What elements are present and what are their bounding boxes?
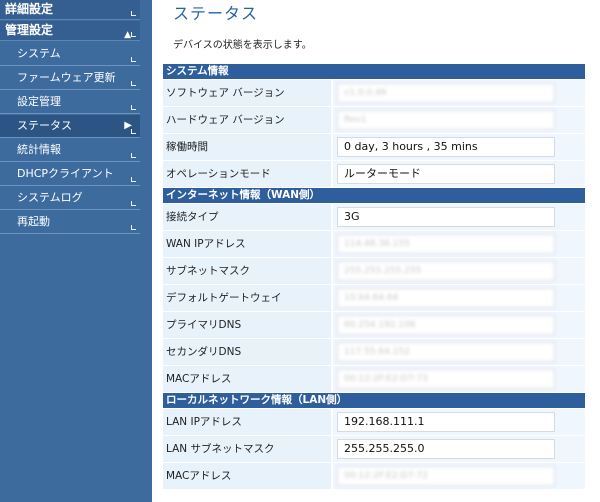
table-row: MACアドレス 00:12:2F:E2:D7:72 [163, 463, 585, 489]
table-row: サブネットマスク 255.255.255.255 [163, 258, 585, 284]
corner-icon [131, 32, 136, 37]
uptime-field: 0 day, 3 hours , 35 mins [337, 137, 555, 157]
sidebar-item-statistics[interactable]: 統計情報 [0, 139, 140, 162]
wan-mac-field: 00:12:2F:E2:D7:73 [337, 369, 555, 389]
operation-mode-field: ルーターモード [337, 164, 555, 184]
section-header-lan-info: ローカルネットワーク情報（LAN側） [163, 393, 585, 408]
row-label: ソフトウェア バージョン [163, 80, 331, 106]
sidebar-item-dhcp-client[interactable]: DHCPクライアント [0, 163, 140, 186]
status-table: システム情報 ソフトウェア バージョン v1.0.0.46 ハードウェア バージ… [163, 64, 585, 490]
corner-icon [131, 105, 136, 110]
sidebar-item-label: DHCPクライアント [17, 167, 114, 180]
row-label: プライマリDNS [163, 312, 331, 338]
sidebar: 詳細設定 管理設定 ▲ システム ファームウェア更新 設定管理 ステータス ▶ … [0, 0, 152, 502]
sidebar-item-config-management[interactable]: 設定管理 [0, 91, 140, 114]
table-row: WAN IPアドレス 114.48.36.155 [163, 231, 585, 257]
row-label: WAN IPアドレス [163, 231, 331, 257]
connection-type-field: 3G [337, 207, 555, 227]
sidebar-item-label: システム [17, 47, 61, 60]
table-row: オペレーションモード ルーターモード [163, 161, 585, 187]
primary-dns-field: 60.254.192.106 [337, 315, 555, 335]
table-row: 稼働時間 0 day, 3 hours , 35 mins [163, 134, 585, 160]
section-header-system-info: システム情報 [163, 64, 585, 79]
page-title: ステータス [173, 4, 259, 23]
row-label: デフォルトゲートウェイ [163, 285, 331, 311]
table-row: ハードウェア バージョン Rev1 [163, 107, 585, 133]
row-label: 接続タイプ [163, 204, 331, 230]
row-label: セカンダリDNS [163, 339, 331, 365]
table-row: LAN サブネットマスク 255.255.255.0 [163, 436, 585, 462]
corner-icon [131, 153, 136, 158]
table-row: デフォルトゲートウェイ 10.64.64.64 [163, 285, 585, 311]
nav-label: 管理設定 [5, 23, 54, 37]
lan-ip-field: 192.168.111.1 [337, 412, 555, 432]
row-label: MACアドレス [163, 366, 331, 392]
corner-icon [131, 81, 136, 86]
corner-icon [131, 177, 136, 182]
sidebar-item-status[interactable]: ステータス ▶ [0, 115, 140, 138]
page-description: デバイスの状態を表示します。 [173, 40, 312, 51]
corner-icon [131, 225, 136, 230]
row-label: ハードウェア バージョン [163, 107, 331, 133]
section-header-wan-info: インターネット情報（WAN側） [163, 188, 585, 203]
hardware-version-field: Rev1 [337, 110, 555, 130]
subnet-mask-field: 255.255.255.255 [337, 261, 555, 281]
lan-mac-field: 00:12:2F:E2:D7:72 [337, 466, 555, 486]
sidebar-item-label: 設定管理 [17, 95, 61, 108]
row-label: オペレーションモード [163, 161, 331, 187]
row-label: MACアドレス [163, 463, 331, 489]
sidebar-item-reboot[interactable]: 再起動 [0, 211, 140, 234]
sidebar-item-label: ステータス [17, 119, 72, 132]
corner-icon [131, 201, 136, 206]
sidebar-item-system[interactable]: システム [0, 43, 140, 66]
table-row: MACアドレス 00:12:2F:E2:D7:73 [163, 366, 585, 392]
sidebar-item-firmware-update[interactable]: ファームウェア更新 [0, 67, 140, 90]
wan-ip-field: 114.48.36.155 [337, 234, 555, 254]
nav-label: 詳細設定 [5, 2, 54, 16]
nav-advanced-settings[interactable]: 詳細設定 [0, 0, 140, 20]
table-row: セカンダリDNS 117.55.64.152 [163, 339, 585, 365]
table-row: 接続タイプ 3G [163, 204, 585, 230]
software-version-field: v1.0.0.46 [337, 83, 555, 103]
secondary-dns-field: 117.55.64.152 [337, 342, 555, 362]
corner-icon [131, 57, 136, 62]
sidebar-item-label: 統計情報 [17, 143, 61, 156]
default-gateway-field: 10.64.64.64 [337, 288, 555, 308]
row-label: LAN サブネットマスク [163, 436, 331, 462]
corner-icon [131, 11, 136, 16]
sidebar-item-label: ファームウェア更新 [17, 71, 116, 84]
caret-up-icon: ▲ [124, 30, 131, 40]
row-label: LAN IPアドレス [163, 409, 331, 435]
row-label: 稼働時間 [163, 134, 331, 160]
table-row: LAN IPアドレス 192.168.111.1 [163, 409, 585, 435]
corner-icon [131, 129, 136, 134]
nav-admin-settings[interactable]: 管理設定 ▲ [0, 21, 140, 41]
sidebar-item-label: 再起動 [17, 215, 50, 228]
lan-subnet-mask-field: 255.255.255.0 [337, 439, 555, 459]
sidebar-item-system-log[interactable]: システムログ [0, 187, 140, 210]
table-row: ソフトウェア バージョン v1.0.0.46 [163, 80, 585, 106]
sidebar-item-label: システムログ [17, 191, 83, 204]
row-label: サブネットマスク [163, 258, 331, 284]
table-row: プライマリDNS 60.254.192.106 [163, 312, 585, 338]
